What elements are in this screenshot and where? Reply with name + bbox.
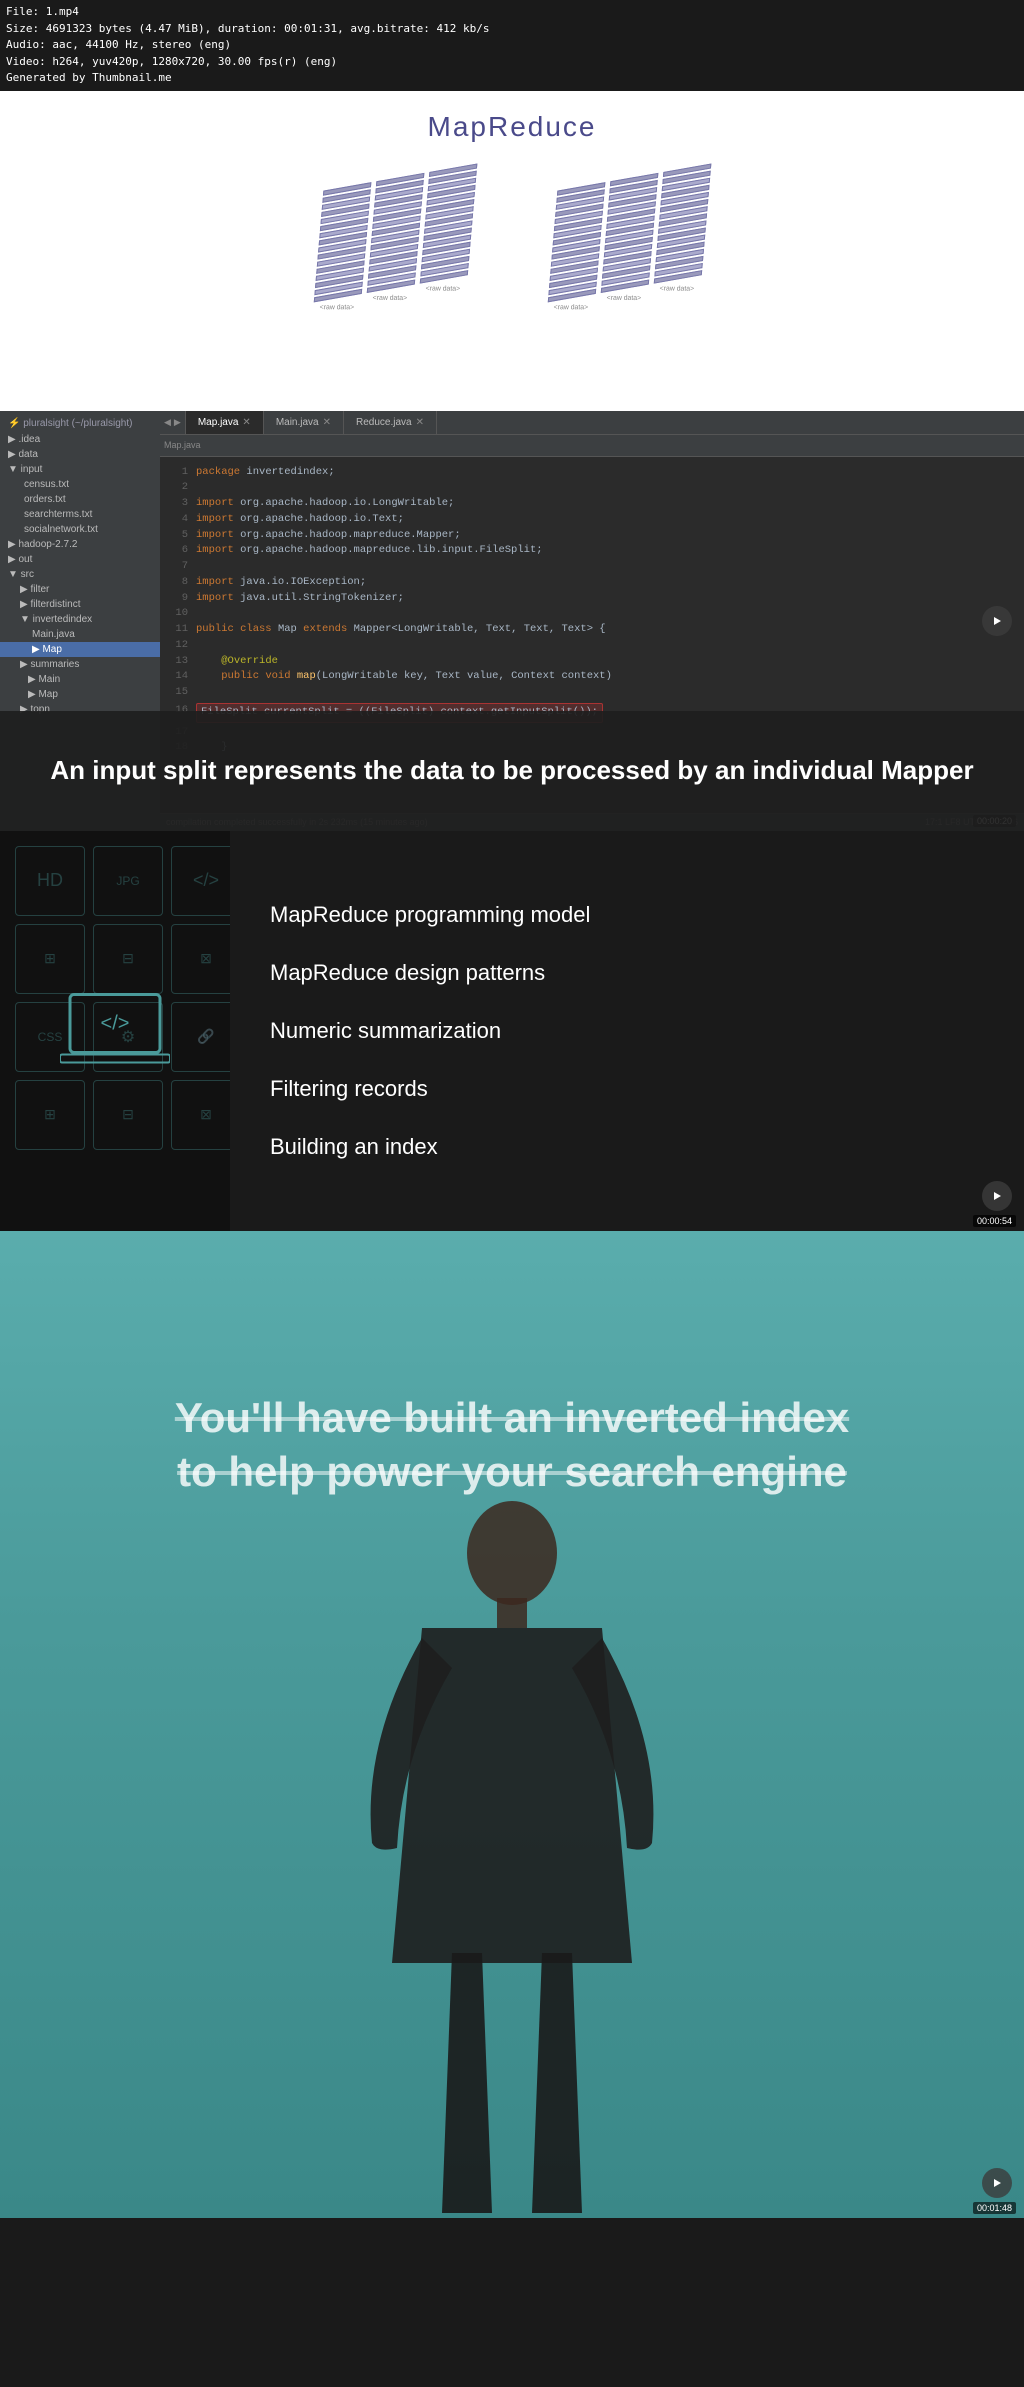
- ide-section-wrapper: ⚡ pluralsight (~/pluralsight) ▶ .idea ▶ …: [0, 411, 1024, 831]
- course-section-wrapper: HD JPG </> ⊞ ⊟ ⊠ CSS ⚙ 🔗 ⊞ ⊟ ⊠: [0, 831, 1024, 1231]
- ide-tabs: ◀▶ Map.java ✕ Main.java ✕ Reduce.java ✕: [160, 411, 1024, 435]
- presenter-silhouette: [342, 1463, 682, 2218]
- course-item-2[interactable]: MapReduce design patterns: [270, 948, 984, 998]
- mapreduce-title: MapReduce: [0, 111, 1024, 143]
- sidebar-item-data[interactable]: ▶ data: [0, 447, 160, 462]
- file-info-bar: File: 1.mp4 Size: 4691323 bytes (4.47 Mi…: [0, 0, 1024, 91]
- file-info-line2: Size: 4691323 bytes (4.47 MiB), duration…: [6, 21, 1018, 38]
- sidebar-item-searchterms[interactable]: searchterms.txt: [0, 507, 160, 522]
- presenter-title-line1: You'll have built an inverted index: [51, 1391, 973, 1446]
- play-icon: [994, 617, 1001, 625]
- course-play-button[interactable]: [982, 1181, 1012, 1211]
- mapreduce-diagram: <raw data>: [0, 158, 1024, 301]
- presenter-section: You'll have built an inverted index to h…: [0, 1231, 1024, 2218]
- sidebar-item-summaries[interactable]: ▶ summaries: [0, 657, 160, 672]
- sidebar-item-invertedindex[interactable]: ▼ invertedindex: [0, 612, 160, 627]
- sidebar-item-map2[interactable]: ▶ Map: [0, 687, 160, 702]
- presenter-title-line2: to help power your search engine: [51, 1445, 973, 1500]
- sidebar-item-filter[interactable]: ▶ filter: [0, 582, 160, 597]
- file-info-line1: File: 1.mp4: [6, 4, 1018, 21]
- mapreduce-section: MapReduce: [0, 91, 1024, 411]
- course-play-icon: [994, 1192, 1001, 1200]
- stack-left-3: <raw data>: [419, 163, 478, 296]
- file-info-line4: Video: h264, yuv420p, 1280x720, 30.00 fp…: [6, 54, 1018, 71]
- ide-play-button[interactable]: [982, 606, 1012, 636]
- tab-map-java[interactable]: Map.java ✕: [186, 411, 264, 434]
- ide-overlay-text: An input split represents the data to be…: [10, 752, 1013, 788]
- stack-right-2: <raw data>: [600, 172, 659, 305]
- presenter-timestamp: 00:01:48: [973, 2202, 1016, 2214]
- sidebar-item-socialnetwork[interactable]: socialnetwork.txt: [0, 522, 160, 537]
- ide-sidebar-title: ⚡ pluralsight (~/pluralsight): [0, 415, 160, 432]
- sidebar-item-input[interactable]: ▼ input: [0, 462, 160, 477]
- sidebar-item-filterdistinct[interactable]: ▶ filterdistinct: [0, 597, 160, 612]
- stack-right-1: <raw data>: [547, 182, 606, 315]
- stack-right-3: <raw data>: [653, 163, 712, 296]
- file-info-line3: Audio: aac, 44100 Hz, stereo (eng): [6, 37, 1018, 54]
- course-item-1[interactable]: MapReduce programming model: [270, 890, 984, 940]
- ide-nav-area: ◀▶: [160, 411, 186, 434]
- ide-overlay: An input split represents the data to be…: [0, 711, 1024, 831]
- sidebar-item-map[interactable]: ▶ Map: [0, 642, 160, 657]
- course-item-3[interactable]: Numeric summarization: [270, 1006, 984, 1056]
- course-item-5[interactable]: Building an index: [270, 1122, 984, 1172]
- course-content: MapReduce programming model MapReduce de…: [230, 831, 1024, 1231]
- sidebar-item-src[interactable]: ▼ src: [0, 567, 160, 582]
- course-section: HD JPG </> ⊞ ⊟ ⊠ CSS ⚙ 🔗 ⊞ ⊟ ⊠: [0, 831, 1024, 1231]
- ide-section: ⚡ pluralsight (~/pluralsight) ▶ .idea ▶ …: [0, 411, 1024, 831]
- stack-left-1: <raw data>: [313, 182, 372, 315]
- course-icons-panel: HD JPG </> ⊞ ⊟ ⊠ CSS ⚙ 🔗 ⊞ ⊟ ⊠: [0, 831, 230, 1231]
- tab-main-java[interactable]: Main.java ✕: [264, 411, 344, 434]
- course-timestamp: 00:00:54: [973, 1215, 1016, 1227]
- presenter-play-button[interactable]: [982, 2168, 1012, 2198]
- svg-text:</>: </>: [101, 1012, 130, 1034]
- tab-reduce-java[interactable]: Reduce.java ✕: [344, 411, 437, 434]
- presenter-title-text: You'll have built an inverted index to h…: [51, 1391, 973, 1500]
- sidebar-item-out[interactable]: ▶ out: [0, 552, 160, 567]
- sidebar-item-census[interactable]: census.txt: [0, 477, 160, 492]
- file-info-line5: Generated by Thumbnail.me: [6, 70, 1018, 87]
- presenter-play-icon: [994, 2179, 1001, 2187]
- stack-left-2: <raw data>: [366, 172, 425, 305]
- ide-toolbar: Map.java: [160, 435, 1024, 457]
- sidebar-item-main[interactable]: ▶ Main: [0, 672, 160, 687]
- laptop-center-icon: </>: [60, 984, 170, 1077]
- toolbar-breadcrumb: Map.java: [164, 440, 201, 450]
- sidebar-item-mainjava[interactable]: Main.java: [0, 627, 160, 642]
- course-item-4[interactable]: Filtering records: [270, 1064, 984, 1114]
- sidebar-item-orders[interactable]: orders.txt: [0, 492, 160, 507]
- sidebar-item-hadoop[interactable]: ▶ hadoop-2.7.2: [0, 537, 160, 552]
- sidebar-item-idea[interactable]: ▶ .idea: [0, 432, 160, 447]
